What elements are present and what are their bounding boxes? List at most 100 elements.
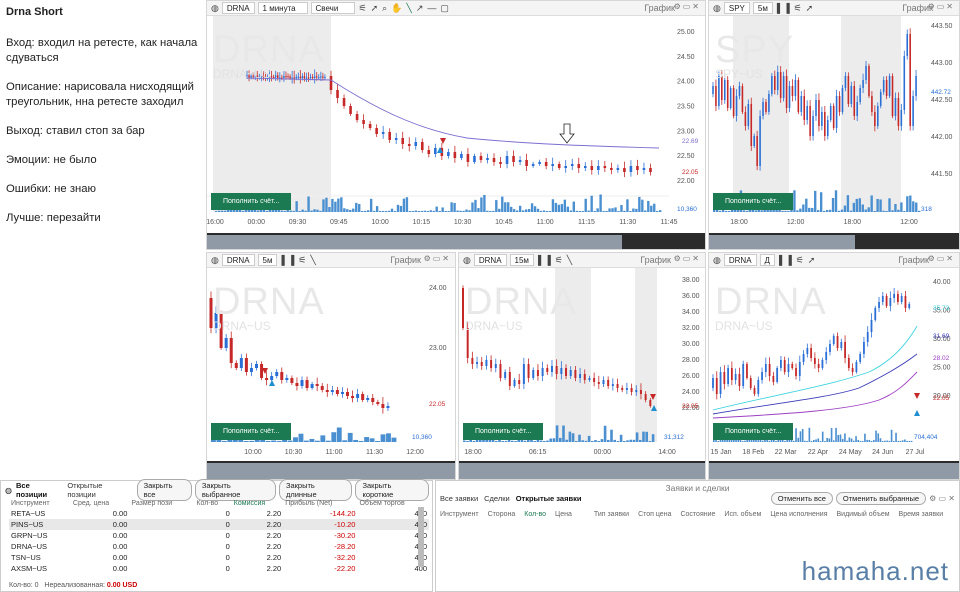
indicators-icon[interactable]: ⚟ [796,255,804,266]
link-icon[interactable]: ◍ [211,3,219,14]
symbol-selector[interactable]: DRNA [222,254,255,266]
cancel-all-button[interactable]: Отменить все [771,492,833,505]
link-icon[interactable]: ◍ [713,3,721,14]
chart-scrollbar[interactable] [207,233,706,250]
interval-selector[interactable]: 5м [258,254,278,266]
window-controls[interactable]: ⚙▭✕ [674,2,701,11]
close-all-button[interactable]: Закрыть все [137,479,192,501]
candle-body [825,352,827,360]
col-fill-price[interactable]: Цена исполнения [770,511,827,518]
table-row[interactable]: AXSM~US0.0002.20-22.20400 [9,563,429,574]
cancel-selected-button[interactable]: Отменить выбранные [836,492,926,505]
symbol-selector[interactable]: DRNA [474,254,507,266]
col-avg-price[interactable]: Сред. цена [71,499,129,508]
line-tool-icon[interactable]: ╲ [406,3,411,14]
table-row[interactable]: PINS~US0.0002.20-10.20400 [9,519,429,530]
chart-scrollbar[interactable] [709,233,960,250]
interval-selector[interactable]: Д [760,254,775,266]
col-price[interactable]: Цена [555,511,572,518]
volume-bar [546,441,549,442]
tab-open-orders[interactable]: Открытые заявки [516,494,582,503]
chart-scrollbar[interactable] [207,461,456,480]
col-instrument[interactable]: Инструмент [9,499,71,508]
volume-bar [838,211,840,212]
table-row[interactable]: DRNA~US0.0002.20-28.20400 [9,541,429,552]
symbol-selector[interactable]: DRNA [222,2,255,14]
col-commission[interactable]: Комиссия [232,499,283,508]
chart-type-icon[interactable]: ▌▐ [777,3,790,13]
fund-account-button[interactable]: Пополнить счёт... [713,423,793,440]
cursor-icon[interactable]: ➚ [371,3,379,14]
col-side[interactable]: Сторона [488,511,516,518]
close-short-button[interactable]: Закрыть короткие [355,479,429,501]
cursor-icon[interactable]: ➚ [808,255,816,266]
hline-tool-icon[interactable]: — [427,3,436,13]
col-state[interactable]: Состояние [680,511,715,518]
col-instrument[interactable]: Инструмент [440,511,479,518]
volume-bar [751,440,753,442]
interval-selector[interactable]: 15м [510,254,534,266]
tab-open-positions[interactable]: Открытые позиции [67,481,130,499]
volume-bar [829,210,831,212]
note-description: Описание: нарисовала нисходящий треуголь… [6,80,201,110]
interval-selector[interactable]: 1 минута [258,2,308,14]
close-long-button[interactable]: Закрыть длинные [279,479,353,501]
chart-type-selector[interactable]: Свечи [311,2,355,14]
zoom-icon[interactable]: ⌕ [382,3,387,14]
table-row[interactable]: RETA~US0.0002.20-144.20400 [9,508,429,519]
fund-account-button[interactable]: Пополнить счёт... [211,193,291,210]
interval-selector[interactable]: 5м [753,2,773,14]
chart-type-icon[interactable]: ▌▐ [538,255,551,265]
tab-all-positions[interactable]: Все позиции [16,481,61,499]
cursor-icon[interactable]: ➚ [806,3,814,14]
window-controls[interactable]: ⚙▭✕ [928,2,955,11]
indicators-icon[interactable]: ⚟ [794,3,802,14]
col-visible-volume[interactable]: Видимый объем [837,511,890,518]
table-row[interactable]: TSN~US0.0002.20-32.20400 [9,552,429,563]
symbol-selector[interactable]: DRNA [724,254,757,266]
indicators-icon[interactable]: ⚟ [555,255,563,266]
col-order-time[interactable]: Время заявки [899,511,944,518]
table-row[interactable]: GRPN~US0.0002.20-30.20400 [9,530,429,541]
line-tool-icon[interactable]: ╲ [567,255,572,266]
close-selected-button[interactable]: Закрыть выбранное [195,479,276,501]
rect-tool-icon[interactable]: ▢ [440,3,449,14]
col-filled-volume[interactable]: Исп. объем [724,511,761,518]
volume-bar [832,198,834,212]
col-qty[interactable]: Кол-во [524,511,546,518]
window-controls[interactable]: ⚙▭✕ [424,254,451,263]
link-icon[interactable]: ◍ [5,486,12,495]
window-controls[interactable]: ⚙ ▭ ✕ [929,494,955,503]
symbol-selector[interactable]: SPY [724,2,750,14]
line-tool-icon[interactable]: ╲ [310,255,315,266]
chart-type-icon[interactable]: ▌▐ [281,255,294,265]
tab-trades[interactable]: Сделки [484,494,510,503]
fund-account-button[interactable]: Пополнить счёт... [463,423,543,440]
link-icon[interactable]: ◍ [211,255,219,266]
window-controls[interactable]: ⚙▭✕ [928,254,955,263]
table-cell: TSN~US [9,552,71,563]
indicators-icon[interactable]: ⚟ [298,255,306,266]
indicators-icon[interactable]: ⚟ [359,3,367,14]
col-stop-price[interactable]: Стоп цена [638,511,671,518]
ray-tool-icon[interactable]: ↗ [416,3,424,14]
candle-body [542,368,544,376]
link-icon[interactable]: ◍ [463,255,471,266]
table-cell: 0.00 [71,519,129,530]
col-order-type[interactable]: Тип заявки [594,511,629,518]
link-icon[interactable]: ◍ [713,255,721,266]
volume-bar [483,195,485,212]
table-scrollbar[interactable] [418,507,424,567]
fund-account-button[interactable]: Пополнить счёт... [713,193,793,210]
tab-all-orders[interactable]: Все заявки [440,494,478,503]
hand-icon[interactable]: ✋ [391,3,402,14]
volume-bar [859,198,861,212]
candle-body [746,364,748,378]
chart-scrollbar[interactable] [459,461,706,480]
volume-bar [855,436,857,442]
chart-type-icon[interactable]: ▌▐ [779,255,792,265]
chart-scrollbar[interactable] [709,461,960,480]
fund-account-button[interactable]: Пополнить счёт... [211,423,291,440]
candle-body [250,368,253,372]
window-controls[interactable]: ⚙▭✕ [674,254,701,263]
